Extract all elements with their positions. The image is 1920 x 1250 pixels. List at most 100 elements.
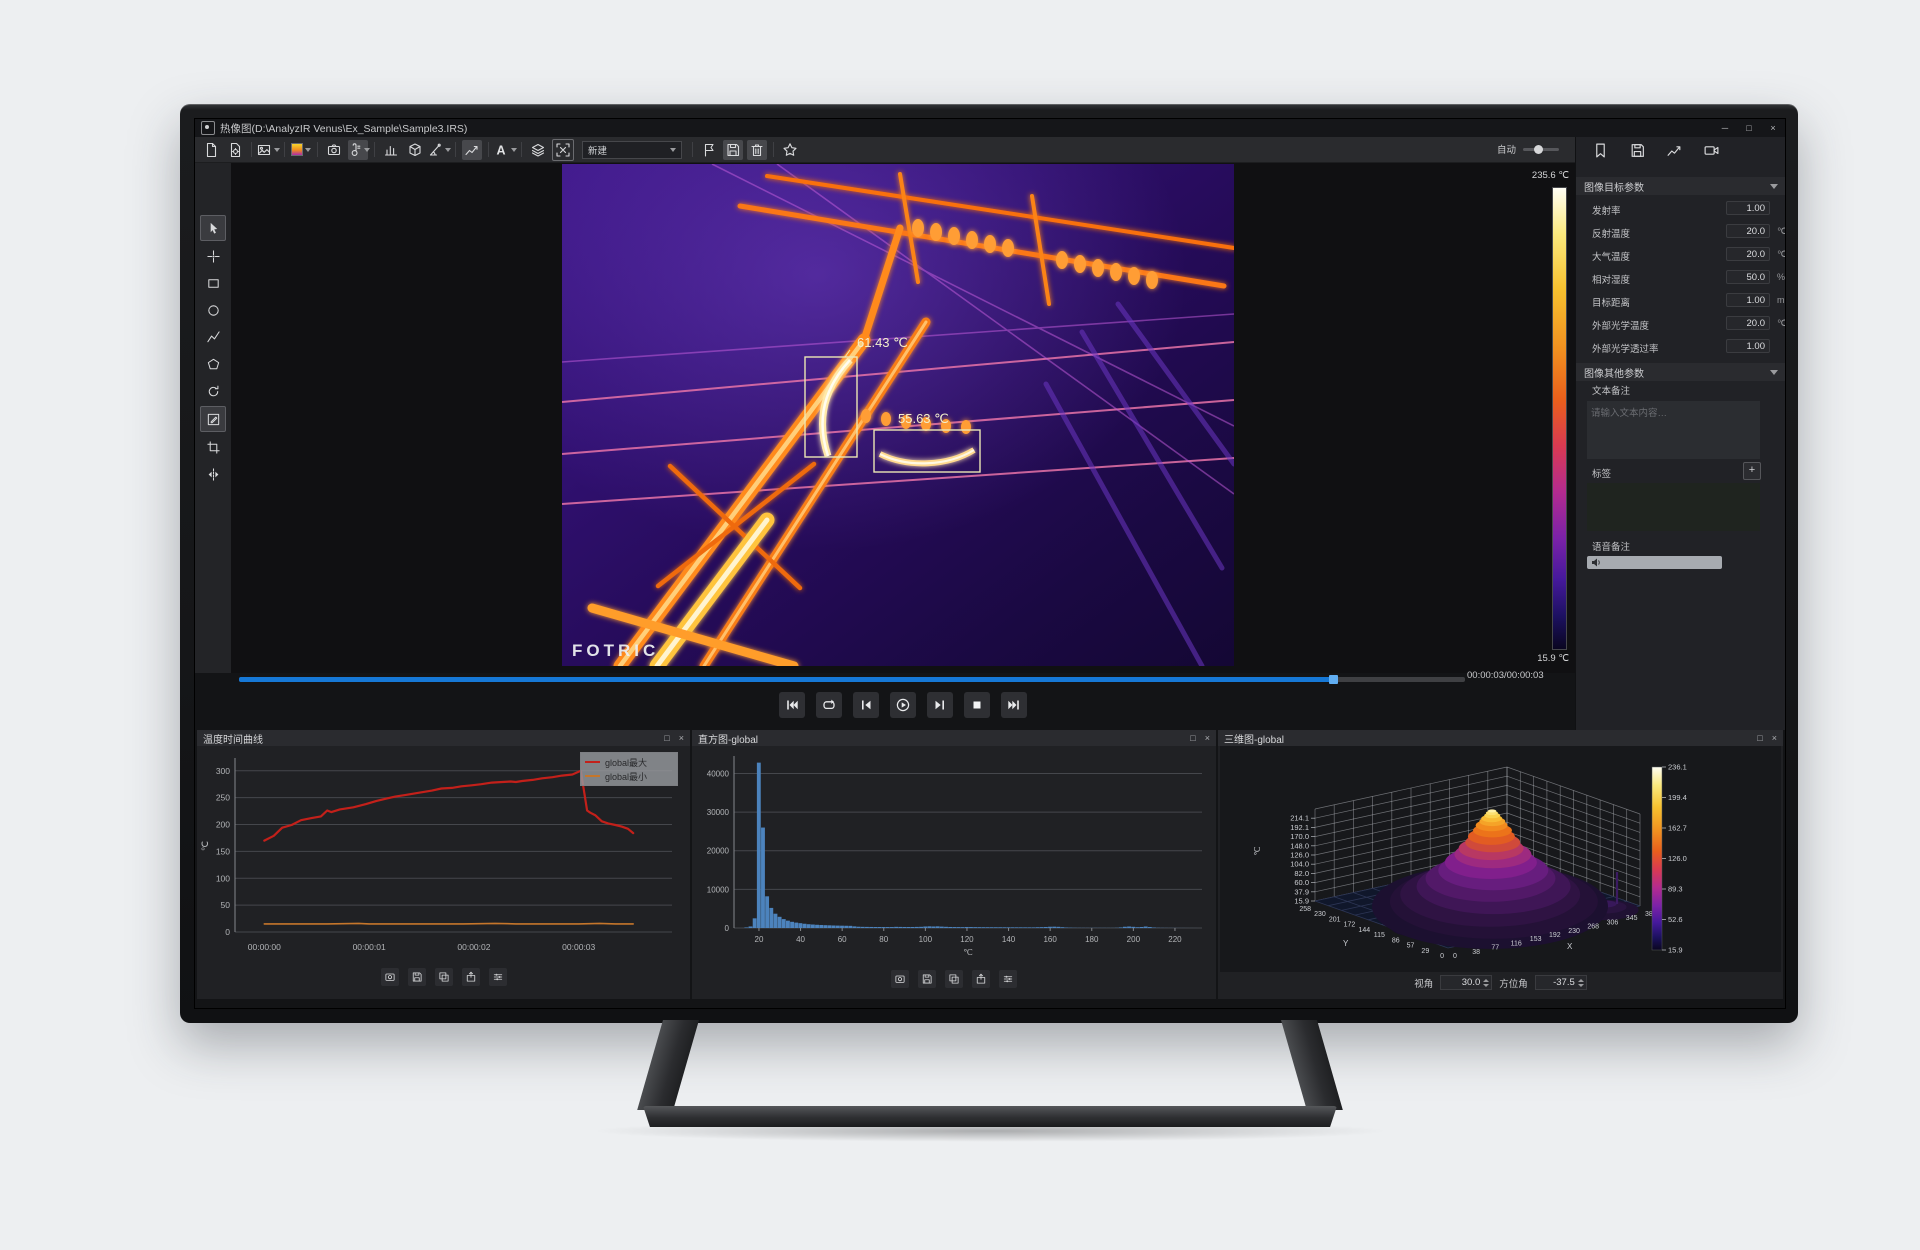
view-angle-input[interactable]: 30.0: [1440, 975, 1492, 990]
param-label: 相对湿度: [1592, 272, 1630, 286]
azimuth-input[interactable]: -37.5: [1535, 975, 1587, 990]
chart-export-button[interactable]: [972, 970, 990, 988]
slider-knob[interactable]: [1534, 145, 1543, 154]
palette-button[interactable]: [291, 140, 311, 160]
spinner-icon[interactable]: [1578, 979, 1584, 987]
spot-button[interactable]: [201, 244, 225, 268]
section-other-params[interactable]: 图像其他参数: [1576, 363, 1786, 381]
preset-select[interactable]: 新建: [582, 141, 682, 159]
param-value-input[interactable]: 20.0: [1726, 247, 1770, 261]
copy-icon: [948, 973, 960, 985]
rotate-button[interactable]: [201, 379, 225, 403]
fit-screen-button[interactable]: [552, 139, 574, 161]
bar-chart-button[interactable]: [381, 140, 401, 160]
param-unit: ℃: [1777, 318, 1786, 329]
chart-snapshot-button[interactable]: [381, 968, 399, 986]
tags-box[interactable]: [1587, 483, 1760, 531]
minimize-button[interactable]: ─: [1713, 123, 1737, 133]
play-button[interactable]: [890, 692, 916, 718]
svg-text:15.9: 15.9: [1294, 897, 1309, 906]
panel-close-button[interactable]: ×: [1205, 730, 1210, 746]
param-value-input[interactable]: 1.00: [1726, 339, 1770, 353]
polyline-button[interactable]: [201, 325, 225, 349]
toolbar-separator: [374, 142, 375, 157]
maximize-button[interactable]: □: [1737, 123, 1761, 133]
section-target-params[interactable]: 图像目标参数: [1576, 177, 1786, 195]
polygon-button[interactable]: [201, 352, 225, 376]
rect-tool-button[interactable]: [201, 271, 225, 295]
text-note-input[interactable]: [1587, 401, 1760, 459]
svg-text:144: 144: [1358, 927, 1370, 934]
ellipse-tool-button[interactable]: [201, 298, 225, 322]
save-button[interactable]: [1629, 142, 1646, 159]
chart-save-button[interactable]: [408, 968, 426, 986]
voice-note-player[interactable]: [1587, 556, 1722, 569]
param-value-input[interactable]: 50.0: [1726, 270, 1770, 284]
mirror-button[interactable]: [201, 462, 225, 486]
param-value-input[interactable]: 20.0: [1726, 224, 1770, 238]
skip-start-button[interactable]: [779, 692, 805, 718]
trend-button[interactable]: [1666, 142, 1683, 159]
text-button[interactable]: A: [495, 140, 515, 160]
timeline-handle[interactable]: [1329, 675, 1338, 684]
save-button[interactable]: [723, 140, 743, 160]
panel-close-button[interactable]: ×: [679, 730, 684, 746]
chart-snapshot-button[interactable]: [891, 970, 909, 988]
add-tag-button[interactable]: +: [1743, 462, 1761, 480]
new-doc-button[interactable]: [201, 140, 221, 160]
auto-slider[interactable]: [1523, 148, 1559, 151]
histogram-panel: 直方图-global □ × 0100002000030000400002040…: [692, 730, 1216, 999]
loop-button[interactable]: [816, 692, 842, 718]
select-button[interactable]: [200, 215, 226, 241]
chart-copy-button[interactable]: [945, 970, 963, 988]
edit-button[interactable]: [200, 406, 226, 432]
thermal-image[interactable]: 61.43 ℃ 55.63 ℃ FOTRIC: [562, 164, 1234, 666]
param-value-input[interactable]: 1.00: [1726, 201, 1770, 215]
param-label: 发射率: [1592, 203, 1621, 217]
chart-settings-button[interactable]: [999, 970, 1017, 988]
video-button[interactable]: [1703, 142, 1720, 159]
cube-icon: [407, 142, 423, 158]
doc-gear-icon: [227, 142, 243, 158]
step-forward-button[interactable]: [927, 692, 953, 718]
panel-close-button[interactable]: ×: [1772, 730, 1777, 746]
cube-button[interactable]: [405, 140, 425, 160]
chart-copy-button[interactable]: [435, 968, 453, 986]
skip-end-button[interactable]: [1001, 692, 1027, 718]
panel-float-button[interactable]: □: [1757, 730, 1762, 746]
crop-button[interactable]: [201, 435, 225, 459]
param-value-input[interactable]: 20.0: [1726, 316, 1770, 330]
chart-save-button[interactable]: [918, 970, 936, 988]
auto-label: 自动: [1497, 142, 1516, 156]
stop-button[interactable]: [964, 692, 990, 718]
fotric-logo: FOTRIC: [572, 641, 659, 660]
capture-button[interactable]: [324, 140, 344, 160]
bookmark-button[interactable]: [1592, 142, 1609, 159]
temp-alarm-button[interactable]: [348, 140, 368, 160]
tags-label: 标签: [1592, 466, 1611, 480]
measure-button[interactable]: [429, 140, 449, 160]
chart-export-button[interactable]: [462, 968, 480, 986]
param-unit: ℃: [1777, 249, 1786, 260]
legend-label: global最小: [605, 770, 647, 783]
step-back-button[interactable]: [853, 692, 879, 718]
snapshot-icon: [384, 971, 396, 983]
trash-button[interactable]: [747, 140, 767, 160]
chart-settings-button[interactable]: [489, 968, 507, 986]
star-button[interactable]: [780, 140, 800, 160]
timeline-track[interactable]: [239, 677, 1465, 682]
panel-title: 温度时间曲线: [203, 731, 263, 746]
auto-scale-control[interactable]: 自动: [1497, 142, 1559, 156]
layers-button[interactable]: [528, 140, 548, 160]
flag-button[interactable]: [699, 140, 719, 160]
panel-float-button[interactable]: □: [1190, 730, 1195, 746]
spinner-icon[interactable]: [1483, 979, 1489, 987]
close-button[interactable]: ×: [1761, 123, 1785, 133]
svg-text:X: X: [1567, 942, 1573, 951]
trend-button[interactable]: [462, 140, 482, 160]
temp-time-panel: 温度时间曲线 □ × 05010015020025030000:00:0000:…: [197, 730, 690, 999]
doc-gear-button[interactable]: [225, 140, 245, 160]
image-button[interactable]: [258, 140, 278, 160]
param-value-input[interactable]: 1.00: [1726, 293, 1770, 307]
panel-float-button[interactable]: □: [664, 730, 669, 746]
